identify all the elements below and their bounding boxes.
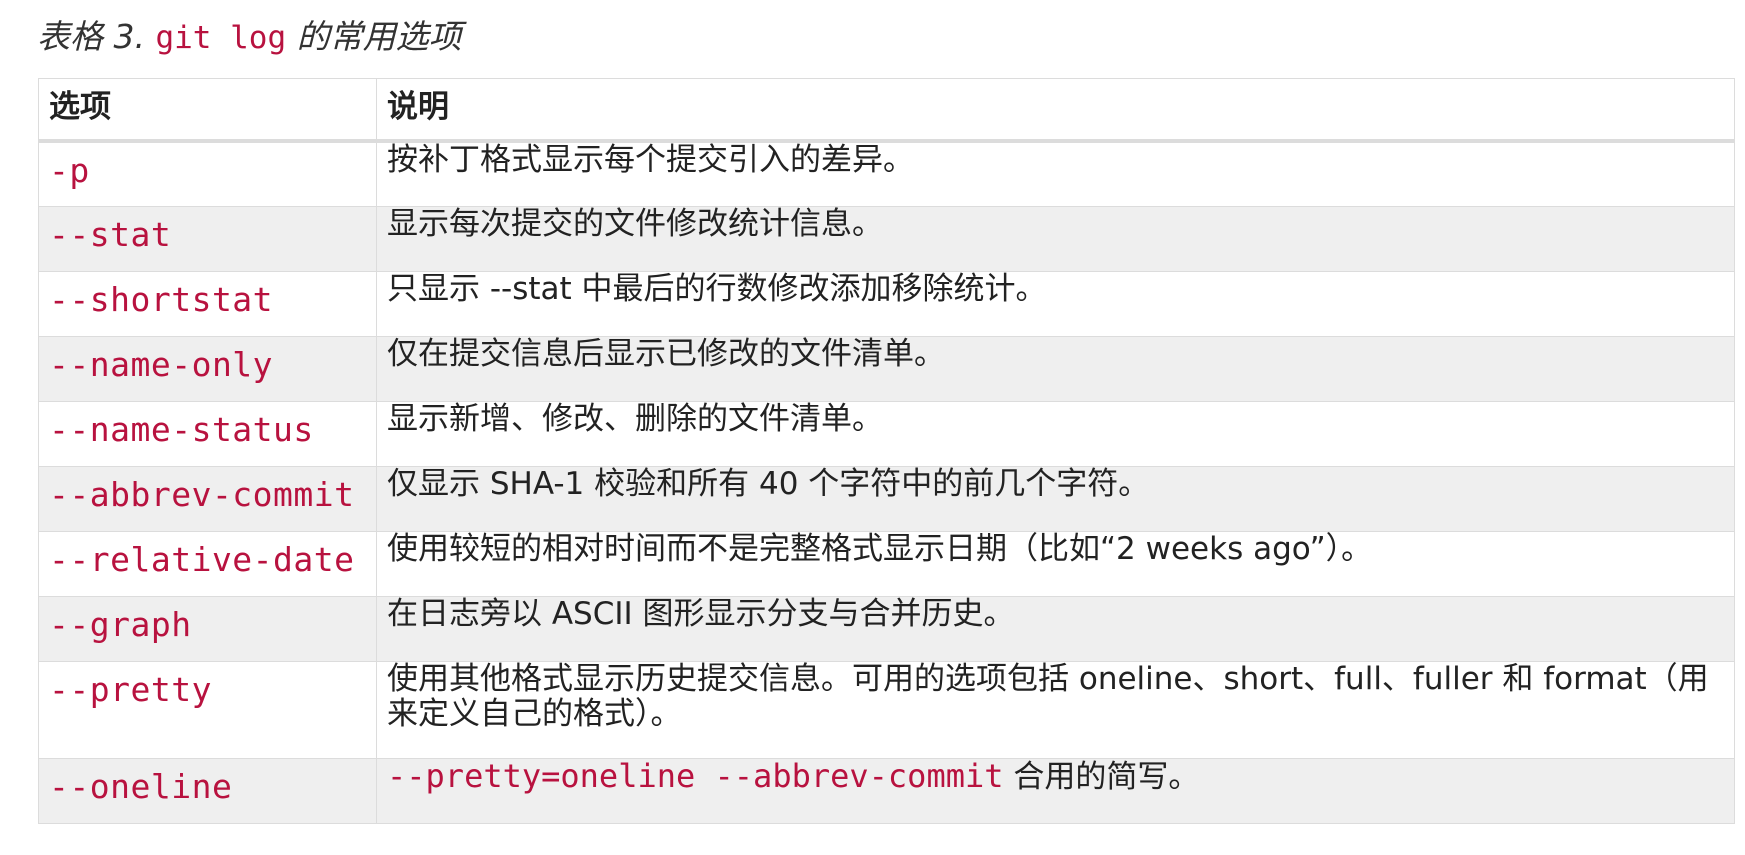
description-code: --pretty=oneline --abbrev-commit	[387, 758, 1004, 795]
table-row: --pretty 使用其他格式显示历史提交信息。可用的选项包括 oneline、…	[38, 660, 1735, 759]
option-cell: --pretty	[38, 660, 377, 759]
caption-code: git log	[155, 20, 287, 56]
description-cell: 显示新增、修改、删除的文件清单。	[376, 400, 1735, 467]
header-option: 选项	[38, 78, 377, 143]
table-row: --relative-date 使用较短的相对时间而不是完整格式显示日期（比如“…	[38, 530, 1735, 597]
description-cell: 使用较短的相对时间而不是完整格式显示日期（比如“2 weeks ago”）。	[376, 530, 1735, 597]
table-row: --name-status 显示新增、修改、删除的文件清单。	[38, 400, 1735, 467]
table-row: --oneline --pretty=oneline --abbrev-comm…	[38, 757, 1735, 824]
description-cell: 显示每次提交的文件修改统计信息。	[376, 205, 1735, 272]
option-cell: --stat	[38, 205, 377, 272]
description-cell: 仅显示 SHA-1 校验和所有 40 个字符中的前几个字符。	[376, 465, 1735, 532]
description-cell: 仅在提交信息后显示已修改的文件清单。	[376, 335, 1735, 402]
option-cell: --relative-date	[38, 530, 377, 597]
git-log-options-table: 选项 说明 -p 按补丁格式显示每个提交引入的差异。 --stat 显示每次提交…	[38, 78, 1735, 824]
option-cell: --shortstat	[38, 270, 377, 337]
table-row: --abbrev-commit 仅显示 SHA-1 校验和所有 40 个字符中的…	[38, 465, 1735, 532]
option-cell: -p	[38, 140, 377, 207]
option-cell: --name-status	[38, 400, 377, 467]
caption-suffix: 的常用选项	[286, 17, 462, 56]
table-row: -p 按补丁格式显示每个提交引入的差异。	[38, 140, 1735, 207]
description-suffix: 合用的简写。	[1003, 758, 1200, 795]
option-cell: --graph	[38, 595, 377, 662]
table-caption: 表格 3. git log 的常用选项	[37, 14, 462, 61]
description-cell: 使用其他格式显示历史提交信息。可用的选项包括 oneline、short、ful…	[376, 660, 1735, 759]
table-row: --shortstat 只显示 --stat 中最后的行数修改添加移除统计。	[38, 270, 1735, 337]
description-cell: 只显示 --stat 中最后的行数修改添加移除统计。	[376, 270, 1735, 337]
description-cell: 在日志旁以 ASCII 图形显示分支与合并历史。	[376, 595, 1735, 662]
description-cell: --pretty=oneline --abbrev-commit 合用的简写。	[376, 757, 1735, 824]
caption-prefix: 表格 3.	[37, 17, 156, 56]
header-description: 说明	[376, 78, 1735, 143]
option-cell: --abbrev-commit	[38, 465, 377, 532]
table-row: --name-only 仅在提交信息后显示已修改的文件清单。	[38, 335, 1735, 402]
table-row: --graph 在日志旁以 ASCII 图形显示分支与合并历史。	[38, 595, 1735, 662]
table-row: --stat 显示每次提交的文件修改统计信息。	[38, 205, 1735, 272]
option-cell: --oneline	[38, 757, 377, 824]
description-cell: 按补丁格式显示每个提交引入的差异。	[376, 140, 1735, 207]
option-cell: --name-only	[38, 335, 377, 402]
table-header-row: 选项 说明	[38, 78, 1735, 143]
